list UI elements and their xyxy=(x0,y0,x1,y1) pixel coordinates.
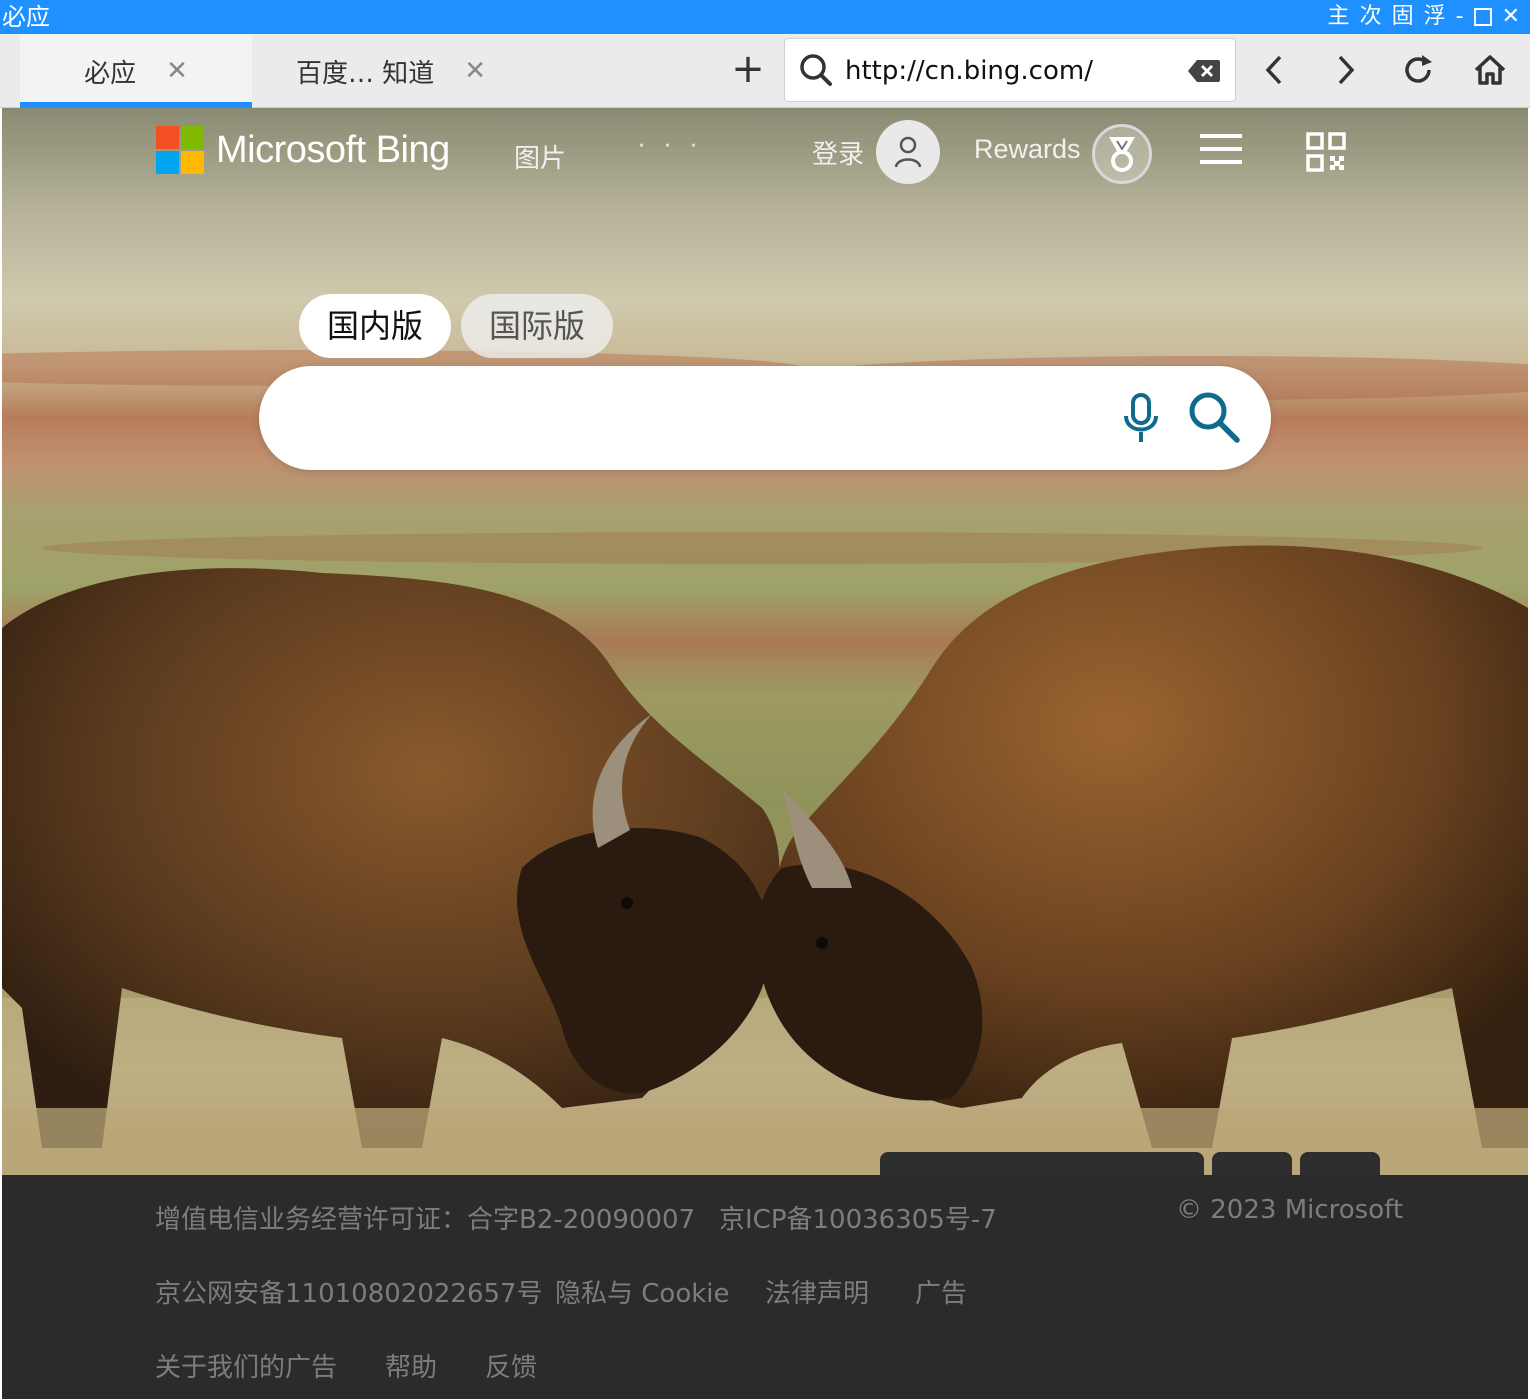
browser-toolbar: 必应 ✕ 百度… 知道 ✕ + http://cn.bing.com/ xyxy=(0,34,1530,108)
new-tab-button[interactable]: + xyxy=(728,48,768,92)
image-info-tab[interactable] xyxy=(1212,1152,1292,1175)
clear-url-icon[interactable] xyxy=(1187,59,1221,83)
url-text[interactable]: http://cn.bing.com/ xyxy=(845,53,1093,89)
maximize-button[interactable] xyxy=(1473,8,1492,26)
brand-name: Microsoft Bing xyxy=(216,128,450,171)
tab-domestic[interactable]: 国内版 xyxy=(299,294,452,358)
region-switch: 国内版 国际版 xyxy=(299,294,614,358)
window-mode-main[interactable]: 主 xyxy=(1328,2,1350,32)
minimize-button[interactable]: - xyxy=(1456,2,1464,32)
window-mode-secondary[interactable]: 次 xyxy=(1360,2,1382,32)
avatar[interactable] xyxy=(876,120,940,184)
address-bar[interactable]: http://cn.bing.com/ xyxy=(784,38,1236,102)
footer-police-link[interactable]: 京公网安备11010802022657号 xyxy=(155,1273,543,1310)
tab-close-icon[interactable]: ✕ xyxy=(166,56,188,86)
bing-homepage: Microsoft Bing 图片 · · · 登录 Rewards 国内版 国… xyxy=(2,108,1528,1175)
microsoft-logo-icon xyxy=(156,126,204,174)
reload-icon xyxy=(1405,55,1432,83)
close-window-button[interactable]: ✕ xyxy=(1502,2,1520,32)
window-controls: 主 次 固 浮 - ✕ xyxy=(1328,2,1520,32)
tab-international[interactable]: 国际版 xyxy=(461,294,614,358)
search-icon xyxy=(800,54,832,86)
bing-logo[interactable]: Microsoft Bing xyxy=(156,126,450,174)
image-info-tab[interactable] xyxy=(1300,1152,1380,1175)
window-mode-floating[interactable]: 浮 xyxy=(1424,2,1446,32)
footer-ads-link[interactable]: 广告 xyxy=(915,1273,967,1310)
footer-help-link[interactable]: 帮助 xyxy=(385,1347,437,1384)
image-info-tab[interactable] xyxy=(880,1152,1204,1175)
more-link[interactable]: · · · xyxy=(638,134,703,159)
home-button[interactable] xyxy=(1470,50,1510,90)
chevron-right-icon xyxy=(1338,55,1355,85)
images-link[interactable]: 图片 xyxy=(514,138,566,175)
footer-legal-link[interactable]: 法律声明 xyxy=(765,1273,869,1310)
medal-icon xyxy=(1109,137,1135,172)
rewards-link[interactable]: Rewards xyxy=(974,134,1081,165)
footer-copyright: © 2023 Microsoft xyxy=(1176,1195,1404,1225)
footer-license: 增值电信业务经营许可证：合字B2-20090007 xyxy=(155,1205,696,1235)
window-mode-pinned[interactable]: 固 xyxy=(1392,2,1414,32)
footer: 增值电信业务经营许可证：合字B2-20090007 京ICP备10036305号… xyxy=(2,1175,1528,1399)
search-input[interactable] xyxy=(295,396,1095,440)
chevron-left-icon xyxy=(1265,55,1282,85)
tab-label: 必应 xyxy=(84,58,137,89)
tab-label: 百度… 知道 xyxy=(296,58,435,89)
background-bison-image xyxy=(2,108,1528,1175)
footer-privacy-link[interactable]: 隐私与 Cookie xyxy=(555,1273,730,1310)
window-title: 必应 xyxy=(2,3,50,31)
tab-baidu-zhidao[interactable]: 百度… 知道 ✕ xyxy=(296,34,536,108)
login-link[interactable]: 登录 xyxy=(812,134,864,171)
qr-code-icon[interactable] xyxy=(1306,132,1346,172)
menu-button[interactable] xyxy=(1200,134,1242,168)
reload-button[interactable] xyxy=(1398,50,1438,90)
search-icon[interactable] xyxy=(1187,390,1241,444)
bing-header: Microsoft Bing 图片 · · · 登录 Rewards xyxy=(2,108,1528,208)
tab-close-icon[interactable]: ✕ xyxy=(464,56,486,86)
back-button[interactable] xyxy=(1254,50,1294,90)
tab-bing[interactable]: 必应 ✕ xyxy=(20,34,252,108)
search-box xyxy=(259,366,1271,470)
footer-about-ads-link[interactable]: 关于我们的广告 xyxy=(155,1347,337,1384)
image-info-tabs xyxy=(880,1152,1380,1175)
forward-button[interactable] xyxy=(1326,50,1366,90)
window-titlebar: 必应 主 次 固 浮 - ✕ xyxy=(0,0,1530,34)
footer-icp-link[interactable]: 京ICP备10036305号-7 xyxy=(719,1199,997,1236)
user-icon xyxy=(894,136,922,168)
rewards-badge[interactable] xyxy=(1092,124,1152,184)
home-icon xyxy=(1474,55,1506,85)
microphone-icon[interactable] xyxy=(1121,392,1161,444)
footer-feedback-link[interactable]: 反馈 xyxy=(485,1347,537,1384)
